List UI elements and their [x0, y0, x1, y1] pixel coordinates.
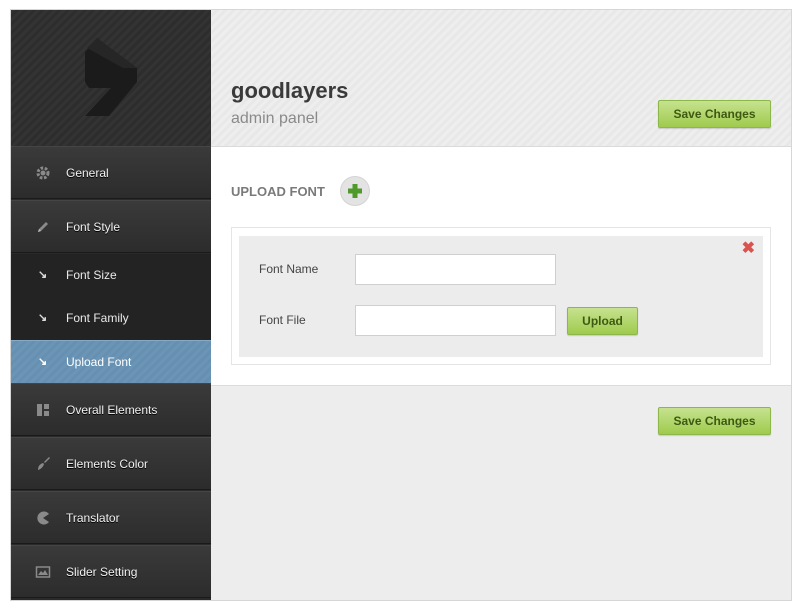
goodlayers-logo-icon	[85, 38, 137, 116]
gear-icon	[36, 166, 50, 180]
add-font-button[interactable]	[340, 176, 370, 206]
header: goodlayers admin panel Save Changes	[211, 10, 791, 147]
upload-button[interactable]: Upload	[567, 307, 638, 335]
sidebar-subitem-label: Upload Font	[66, 355, 132, 369]
close-icon[interactable]: ✖	[742, 241, 755, 257]
slides-icon	[35, 566, 51, 578]
save-changes-button-bottom[interactable]: Save Changes	[658, 407, 771, 435]
logo-area	[11, 10, 211, 147]
font-entry-inner: ✖ Font Name Font File Upload	[239, 236, 763, 357]
sidebar-item-overall-elements[interactable]: Overall Elements	[11, 383, 211, 436]
arrow-down-right-icon: ↘	[38, 269, 48, 281]
brand-subtitle: admin panel	[231, 110, 319, 127]
brush-icon	[38, 457, 50, 470]
arrow-down-right-icon: ↘	[38, 356, 48, 368]
font-name-input[interactable]	[355, 254, 556, 285]
sidebar-item-slider-setting[interactable]: Slider Setting	[11, 545, 211, 598]
font-file-input[interactable]	[355, 305, 556, 336]
layout-icon	[37, 404, 49, 416]
sidebar-item-general[interactable]: General	[11, 146, 211, 199]
sidebar-item-font-style[interactable]: Font Style	[11, 200, 211, 253]
brand-title: goodlayers	[231, 78, 349, 103]
sidebar-item-label: Font Style	[66, 220, 121, 234]
sidebar-item-elements-color[interactable]: Elements Color	[11, 437, 211, 490]
font-name-label: Font Name	[259, 262, 319, 276]
sidebar-subitem-label: Font Family	[66, 311, 129, 325]
sidebar-item-label: Overall Elements	[66, 403, 158, 417]
sidebar-item-label: General	[66, 166, 109, 180]
sidebar-subitem-font-size[interactable]: ↘ Font Size	[11, 254, 211, 297]
font-file-label: Font File	[259, 313, 306, 327]
pacman-icon	[37, 511, 49, 525]
sidebar-item-label: Slider Setting	[66, 565, 138, 579]
main-area: goodlayers admin panel Save Changes UPLO…	[211, 10, 791, 600]
sidebar-subitem-font-family[interactable]: ↘ Font Family	[11, 297, 211, 340]
sidebar: General Font Style ↘ Font Size ↘ Font Fa…	[11, 10, 211, 600]
save-changes-button-top[interactable]: Save Changes	[658, 100, 771, 128]
sidebar-subitem-upload-font[interactable]: ↘ Upload Font	[11, 340, 211, 384]
admin-frame: General Font Style ↘ Font Size ↘ Font Fa…	[11, 10, 791, 600]
pencil-icon	[38, 222, 48, 232]
section-title: UPLOAD FONT	[231, 184, 325, 199]
sidebar-item-translator[interactable]: Translator	[11, 491, 211, 544]
arrow-down-right-icon: ↘	[38, 312, 48, 324]
plus-icon	[348, 184, 362, 198]
upload-font-section: UPLOAD FONT ✖ Font Name Font File Upload	[211, 147, 791, 386]
sidebar-subitem-label: Font Size	[66, 268, 117, 282]
font-entry-panel: ✖ Font Name Font File Upload	[231, 227, 771, 365]
sidebar-item-label: Elements Color	[66, 457, 149, 471]
sidebar-item-label: Translator	[66, 511, 120, 525]
